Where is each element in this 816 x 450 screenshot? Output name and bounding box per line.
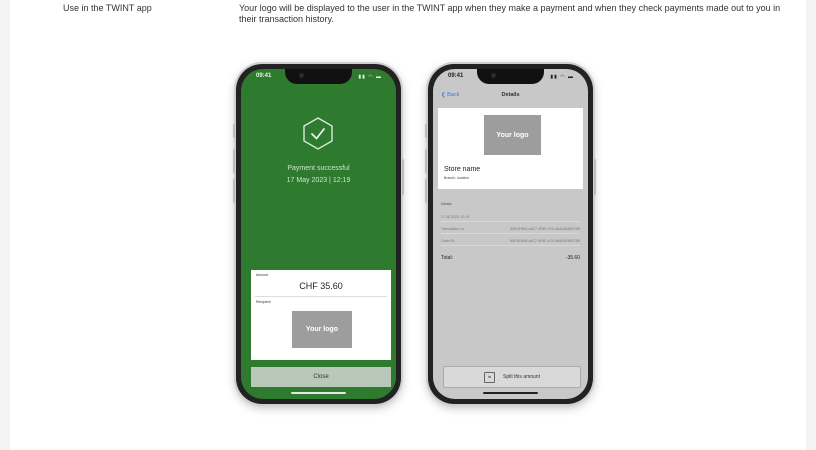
phone-screen: 09:41 ▮▮ ◠ ▬ Payment successful 17 May 2… [241,69,396,399]
logo-placeholder: Your logo [484,115,541,155]
row-description: Your logo will be displayed to the user … [239,3,781,24]
phone-side-button [233,124,235,138]
phone-screen: 09:41 ▮▮ ◠ ▬ ❮ Back Details Your logo St… [433,69,588,399]
detail-key: Transaction no. [441,227,465,231]
detail-key: Order ID [441,239,455,243]
store-card: Your logo Store name Branch, location [438,108,583,189]
split-label: Split this amount [503,374,540,380]
nav-title: Details [501,92,520,98]
detail-date: 17.05.2023, 12:19 [441,215,470,219]
status-time: 09:41 [256,73,272,79]
phone-side-button [425,124,427,138]
phone-side-button [233,179,235,203]
home-indicator [483,392,538,394]
recipient-label: Recipient [256,300,271,304]
phone-side-button [402,159,404,195]
divider [255,296,387,297]
amount-value: CHF 35.60 [299,281,343,291]
detail-value: A6F5E6EA-a4C7-4F6F-a7A-3A4A3D6E2789 [510,239,580,243]
home-indicator [291,392,346,394]
amount-label: Amount [256,273,269,277]
detail-row: Order ID A6F5E6EA-a4C7-4F6F-a7A-3A4A3D6E… [441,239,580,246]
status-time: 09:41 [448,73,464,79]
detail-row: Transaction no. A0E0F6EA-a4C7-4F6F-a7A-3… [441,227,580,234]
store-location: Branch, location [444,176,470,180]
status-icons: ▮▮ ◠ ▬ [550,74,574,80]
row-label: Use in the TWINT app [63,3,152,13]
nav-bar: ❮ Back Details [433,85,588,103]
phone-notch [477,69,544,84]
detail-value: A0E0F6EA-a4C7-4F6F-a7A-3A4A3D6E2789 [510,227,580,231]
split-bill-icon: ⇆ [484,371,496,383]
close-button[interactable]: Close [251,367,391,387]
success-title: Payment successful [287,165,350,172]
details-heading: Details [441,202,452,206]
phone-side-button [594,159,596,195]
logo-placeholder: Your logo [292,311,352,348]
phone-side-button [425,179,427,203]
status-icons: ▮▮ ◠ ▬ [358,74,382,80]
detail-row: 17.05.2023, 12:19 [441,215,580,222]
success-check-icon [303,117,333,150]
phone-details-mockup: 09:41 ▮▮ ◠ ▬ ❮ Back Details Your logo St… [425,64,596,404]
total-value: -35.60 [565,255,580,261]
store-name: Store name [444,166,481,173]
total-label: Total: [441,255,453,261]
total-row: Total: -35.60 [441,255,580,261]
phone-side-button [425,149,427,173]
split-amount-button[interactable]: ⇆ Split this amount [443,366,581,388]
phone-notch [285,69,352,84]
phone-side-button [233,149,235,173]
content-panel: Use in the TWINT app Your logo will be d… [10,0,806,450]
phone-payment-mockup: 09:41 ▮▮ ◠ ▬ Payment successful 17 May 2… [233,64,404,404]
success-date: 17 May 2023 | 12:19 [286,177,351,184]
payment-card: Amount CHF 35.60 Recipient Your logo [251,270,391,360]
